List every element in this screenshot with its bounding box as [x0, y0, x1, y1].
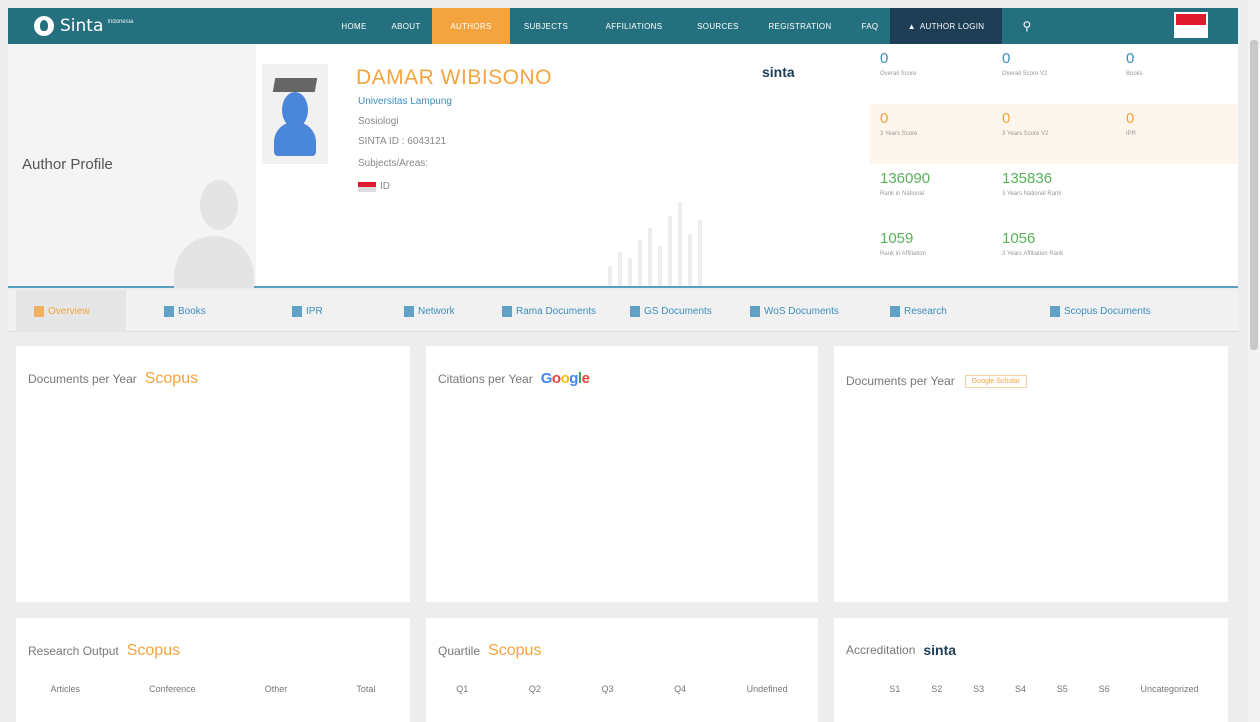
- scopus-logo: Scopus: [126, 642, 181, 659]
- silhouette-body-icon: [174, 236, 254, 288]
- google-scholar-badge: Google Scholar: [964, 374, 1027, 388]
- author-login-label: AUTHOR LOGIN: [919, 21, 985, 31]
- book-icon: [164, 305, 174, 317]
- language-flag-icon[interactable]: [1174, 12, 1208, 38]
- tab-rama-documents[interactable]: Rama Documents: [502, 290, 596, 332]
- author-profile-card: Author Profile DAMAR WIBISONO Universita…: [8, 44, 1238, 288]
- google-logo: Google: [540, 370, 590, 387]
- top-navbar: Sinta Indonesia HOME ABOUT AUTHORS SUBJE…: [8, 8, 1238, 44]
- panel-quartile: Quartile Scopus Q1 Q2 Q3 Q4 Undefined: [426, 618, 818, 722]
- tab-network[interactable]: Network: [404, 290, 455, 332]
- graduation-cap-icon: [272, 78, 318, 92]
- tab-wos-documents[interactable]: WoS Documents: [750, 290, 839, 332]
- menu-home[interactable]: HOME: [328, 8, 380, 44]
- country-flag-icon: [358, 182, 376, 192]
- scrollbar[interactable]: [1248, 0, 1260, 722]
- book-icon: [292, 305, 302, 317]
- stat-3years-rank-national: 135836 3 Years National Rank: [1002, 170, 1062, 197]
- panel-citations-per-year-google: Citations per Year Google: [426, 346, 818, 602]
- panel-research-output: Research Output Scopus Articles Conferen…: [16, 618, 410, 722]
- network-icon: [404, 305, 414, 317]
- stat-overall-score: 0 Overall Score: [880, 50, 917, 77]
- stats-row-national: 136090 Rank in National 135836 3 Years Nat…: [870, 164, 1238, 224]
- research-icon: [890, 305, 900, 317]
- subjects-label: Subjects/Areas:: [358, 158, 429, 169]
- brand-subtitle: Indonesia: [107, 19, 134, 25]
- menu-authors[interactable]: AUTHORS: [432, 8, 510, 44]
- document-icon: [502, 305, 512, 317]
- search-icon[interactable]: ⚲: [1002, 8, 1052, 44]
- decorative-bars: [608, 194, 748, 286]
- bar-chart-icon: [34, 305, 44, 317]
- panel-title: Citations per Year Google: [438, 370, 590, 387]
- profile-tabs: Overview Books IPR Network Rama Document…: [8, 290, 1238, 332]
- sinta-logo-icon: [34, 16, 54, 36]
- stats-row-overall: 0 Overall Score 0 Overall Score V2 0 Books: [870, 44, 1238, 104]
- stats-panel: 0 Overall Score 0 Overall Score V2 0 Books …: [870, 44, 1238, 286]
- panel-documents-per-year-gs: Documents per Year Google Scholar: [834, 346, 1228, 602]
- menu-subjects[interactable]: SUBJECTS: [510, 8, 582, 44]
- document-icon: [630, 305, 640, 317]
- scopus-logo: Scopus: [144, 370, 199, 387]
- stat-3years-rank-affiliation: 1056 3 Years Affiliation Rank: [1002, 230, 1064, 257]
- main-menu: HOME ABOUT AUTHORS SUBJECTS AFFILIATIONS…: [328, 8, 1052, 44]
- tab-research[interactable]: Research: [890, 290, 947, 332]
- avatar: [262, 64, 328, 164]
- tab-gs-documents[interactable]: GS Documents: [630, 290, 712, 332]
- menu-affiliations[interactable]: AFFILIATIONS: [582, 8, 686, 44]
- page: Sinta Indonesia HOME ABOUT AUTHORS SUBJE…: [0, 0, 1260, 722]
- stats-row-3years: 03 Years Score 03 Years Score V2 0 IPR: [870, 104, 1238, 164]
- stat-rank-affiliation: 1059 Rank in Affiliation: [880, 230, 926, 257]
- stat-books: 0 Books: [1126, 50, 1143, 77]
- sinta-logo: sinta: [762, 64, 795, 80]
- country-code: ID: [380, 181, 390, 192]
- panel-title: Research Output Scopus: [28, 642, 181, 659]
- panel-title: Documents per Year Google Scholar: [846, 374, 1027, 388]
- menu-faq[interactable]: FAQ: [850, 8, 890, 44]
- sinta-id: SINTA ID : 6043121: [358, 136, 447, 147]
- tab-scopus-documents[interactable]: Scopus Documents: [1050, 290, 1151, 332]
- stat-rank-national: 136090 Rank in National: [880, 170, 931, 197]
- affiliation-link[interactable]: Universitas Lampung: [358, 96, 452, 107]
- scrollbar-thumb[interactable]: [1250, 40, 1258, 350]
- scopus-logo: Scopus: [488, 642, 542, 659]
- user-icon: ▲: [907, 21, 916, 31]
- profile-sidebar: Author Profile: [8, 44, 256, 288]
- panel-documents-per-year-scopus: Documents per Year Scopus: [16, 346, 410, 602]
- stat-ipr: 0 IPR: [1126, 110, 1137, 137]
- brand-logo[interactable]: Sinta Indonesia: [34, 16, 334, 36]
- panel-accreditation: Accreditation sinta S1 S2 S3 S4 S5 S6 Un…: [834, 618, 1228, 722]
- stat-3years-score-v2: 03 Years Score V2: [1002, 110, 1049, 137]
- section-title: Author Profile: [22, 156, 113, 173]
- document-icon: [750, 305, 760, 317]
- author-login-button[interactable]: ▲ AUTHOR LOGIN: [890, 8, 1002, 44]
- stat-overall-score-v2: 0 Overall Score V2: [1002, 50, 1048, 77]
- stat-3years-score: 03 Years Score: [880, 110, 918, 137]
- sinta-logo: sinta: [923, 642, 957, 658]
- tab-ipr[interactable]: IPR: [292, 290, 323, 332]
- research-output-columns: Articles Conference Other Total: [50, 684, 376, 694]
- stats-row-affiliation: 1059 Rank in Affiliation 1056 3 Years Affi…: [870, 224, 1238, 284]
- accreditation-columns: S1 S2 S3 S4 S5 S6 Uncategorized: [889, 684, 1199, 694]
- document-icon: [1050, 305, 1060, 317]
- panel-title: Documents per Year Scopus: [28, 370, 199, 387]
- author-name[interactable]: DAMAR WIBISONO: [356, 66, 552, 90]
- brand-name: Sinta: [60, 16, 104, 36]
- panel-title: Quartile Scopus: [438, 642, 542, 659]
- tab-overview[interactable]: Overview: [16, 290, 126, 332]
- quartile-columns: Q1 Q2 Q3 Q4 Undefined: [456, 684, 788, 694]
- panel-title: Accreditation sinta: [846, 642, 957, 658]
- field-text: Sosiologi: [358, 116, 399, 127]
- tab-books[interactable]: Books: [164, 290, 206, 332]
- menu-sources[interactable]: SOURCES: [686, 8, 750, 44]
- menu-about[interactable]: ABOUT: [380, 8, 432, 44]
- silhouette-icon: [200, 180, 238, 230]
- menu-registration[interactable]: REGISTRATION: [750, 8, 850, 44]
